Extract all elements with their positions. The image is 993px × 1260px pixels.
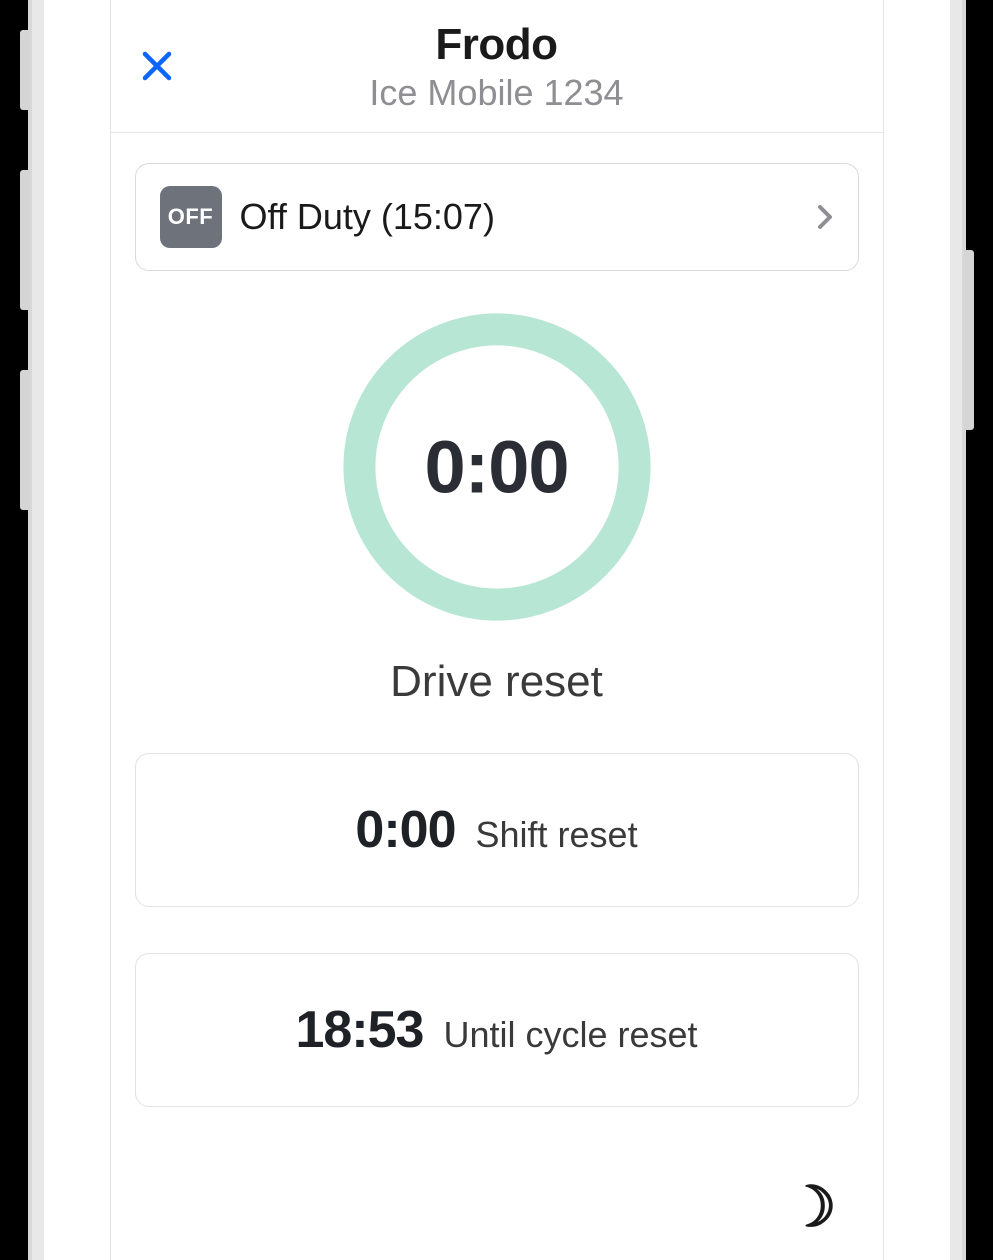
phone-volume-up — [20, 170, 30, 310]
page-subtitle: Ice Mobile 1234 — [111, 72, 883, 114]
close-button[interactable] — [141, 50, 173, 82]
close-icon — [141, 50, 173, 82]
gauge-circle: 0:00 — [337, 307, 657, 627]
shift-reset-time: 0:00 — [355, 800, 455, 860]
app-screen: Frodo Ice Mobile 1234 OFF Off Duty (15:0… — [110, 0, 884, 1260]
shift-reset-label: Shift reset — [476, 814, 638, 856]
phone-mute-switch — [20, 30, 30, 110]
drive-reset-gauge: 0:00 Drive reset — [135, 307, 859, 707]
cycle-reset-card[interactable]: 18:53 Until cycle reset — [135, 953, 859, 1107]
phone-side-buttons-left — [20, 30, 30, 570]
gauge-value: 0:00 — [424, 425, 568, 510]
night-mode-button[interactable]: ☽ — [786, 1174, 836, 1240]
gauge-label: Drive reset — [135, 657, 859, 707]
content: OFF Off Duty (15:07) 0:00 Drive reset — [111, 133, 883, 1107]
phone-side-buttons-right — [964, 250, 974, 430]
phone-power-button — [964, 250, 974, 430]
page-title: Frodo — [111, 20, 883, 70]
shift-reset-card[interactable]: 0:00 Shift reset — [135, 753, 859, 907]
chevron-right-icon — [816, 203, 834, 231]
phone-frame: Frodo Ice Mobile 1234 OFF Off Duty (15:0… — [32, 0, 962, 1260]
phone-volume-down — [20, 370, 30, 510]
moon-icon: ☽ — [786, 1175, 836, 1238]
duty-status-row[interactable]: OFF Off Duty (15:07) — [135, 163, 859, 271]
header: Frodo Ice Mobile 1234 — [111, 0, 883, 133]
duty-status-text: Off Duty (15:07) — [240, 196, 816, 238]
cycle-reset-time: 18:53 — [295, 1000, 423, 1060]
cycle-reset-label: Until cycle reset — [443, 1014, 697, 1056]
off-duty-badge: OFF — [160, 186, 222, 248]
